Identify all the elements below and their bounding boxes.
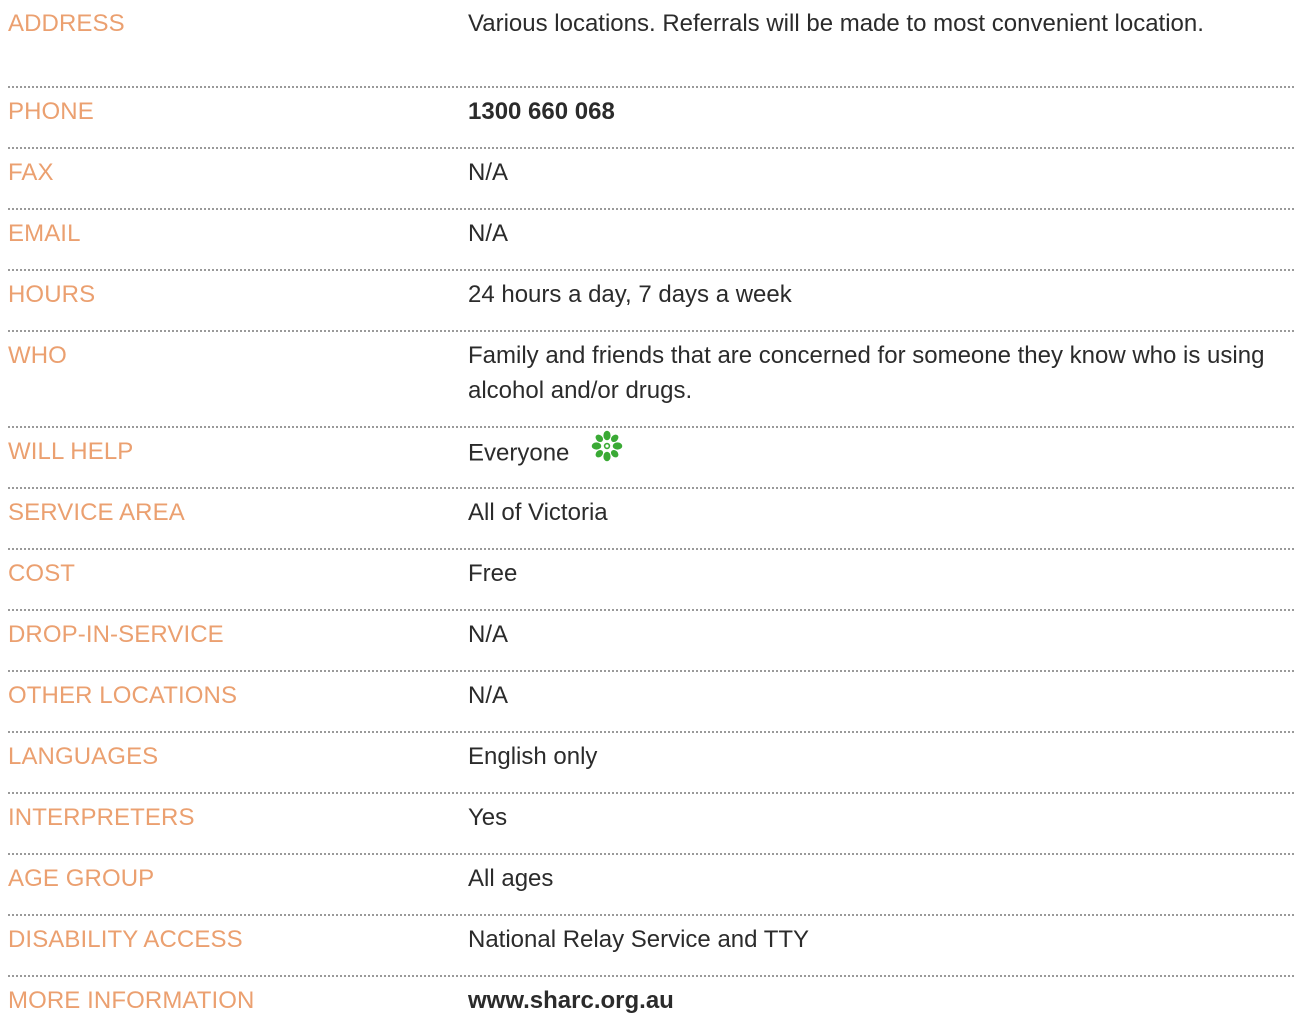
drop-in-service-value: N/A [468,621,509,648]
will-help-label: WILL HELP [8,438,134,465]
more-information-label: MORE INFORMATION [8,987,255,1014]
row-hours: HOURS 24 hours a day, 7 days a week [8,271,1294,332]
row-other-locations: OTHER LOCATIONS N/A [8,672,1294,733]
service-area-label: SERVICE AREA [8,499,185,526]
row-age-group: AGE GROUP All ages [8,855,1294,916]
age-group-label: AGE GROUP [8,865,155,892]
cost-value: Free [468,560,518,587]
address-label: ADDRESS [8,10,125,37]
age-group-value: All ages [468,865,554,892]
interpreters-label: INTERPRETERS [8,804,195,831]
disability-access-label: DISABILITY ACCESS [8,926,243,953]
languages-label: LANGUAGES [8,743,159,770]
phone-label: PHONE [8,98,94,125]
row-service-area: SERVICE AREA All of Victoria [8,489,1294,550]
fax-label: FAX [8,159,54,186]
row-more-information: MORE INFORMATION www.sharc.org.au [8,977,1294,1027]
interpreters-value: Yes [468,804,508,831]
row-phone: PHONE 1300 660 068 [8,88,1294,149]
languages-value: English only [468,743,598,770]
who-value: Family and friends that are concerned fo… [468,342,1265,404]
fax-value: N/A [468,159,509,186]
green-flower-icon [589,428,625,474]
row-cost: COST Free [8,550,1294,611]
more-information-cell: www.sharc.org.au [468,983,1294,1018]
will-help-value-cell: Everyone [468,430,1294,474]
hours-value: 24 hours a day, 7 days a week [468,281,792,308]
disability-access-value: National Relay Service and TTY [468,926,810,953]
address-value: Various locations. Referrals will be mad… [468,10,1204,37]
cost-label: COST [8,560,76,587]
row-who: WHO Family and friends that are concerne… [8,332,1294,428]
who-label: WHO [8,342,67,369]
row-email: EMAIL N/A [8,210,1294,271]
other-locations-label: OTHER LOCATIONS [8,682,238,709]
website-link[interactable]: www.sharc.org.au [468,987,674,1014]
service-area-value: All of Victoria [468,499,608,526]
service-info-table: ADDRESS Various locations. Referrals wil… [8,0,1294,1027]
will-help-value: Everyone [468,439,570,467]
phone-value[interactable]: 1300 660 068 [468,94,1294,129]
row-languages: LANGUAGES English only [8,733,1294,794]
drop-in-service-label: DROP-IN-SERVICE [8,621,224,648]
email-value: N/A [468,220,509,247]
other-locations-value: N/A [468,682,509,709]
row-interpreters: INTERPRETERS Yes [8,794,1294,855]
hours-label: HOURS [8,281,96,308]
email-label: EMAIL [8,220,81,247]
row-address: ADDRESS Various locations. Referrals wil… [8,0,1294,88]
row-disability-access: DISABILITY ACCESS National Relay Service… [8,916,1294,977]
row-will-help: WILL HELP Everyone [8,428,1294,489]
row-drop-in-service: DROP-IN-SERVICE N/A [8,611,1294,672]
row-fax: FAX N/A [8,149,1294,210]
